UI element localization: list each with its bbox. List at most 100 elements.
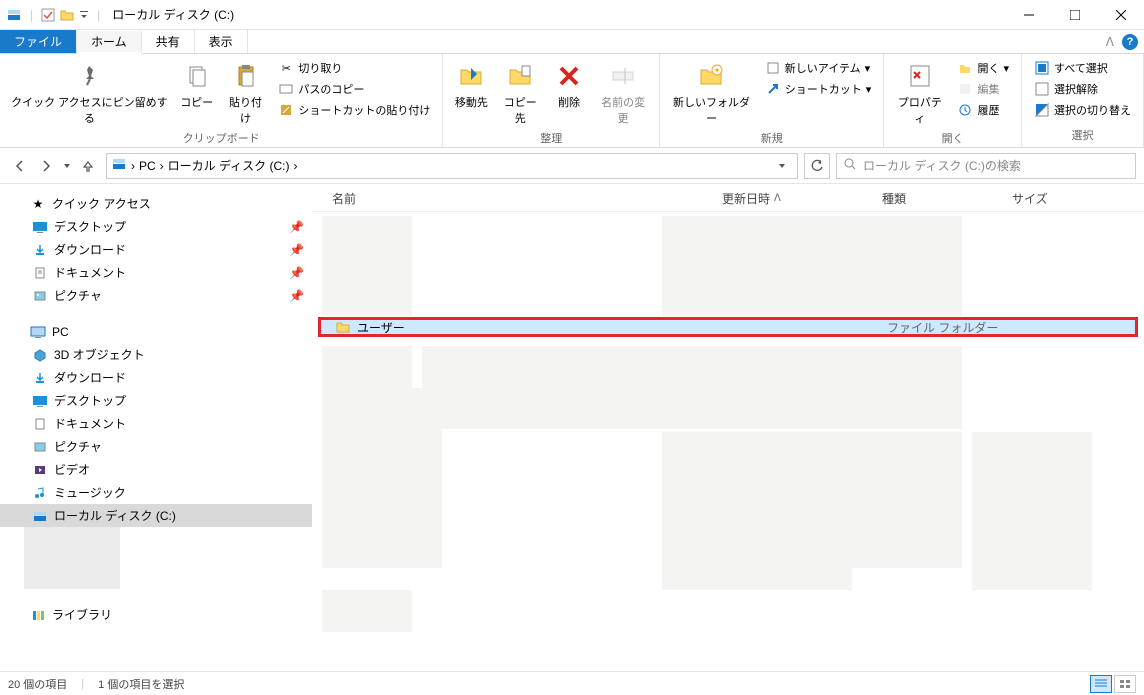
tree-downloads-pc[interactable]: ダウンロード bbox=[0, 366, 312, 389]
tree-desktop[interactable]: デスクトップ📌 bbox=[0, 215, 312, 238]
tree-c-drive[interactable]: ローカル ディスク (C:) bbox=[0, 504, 312, 527]
address-box[interactable]: › PC › ローカル ディスク (C:) › bbox=[106, 153, 798, 179]
crumb-c[interactable]: ローカル ディスク (C:) › bbox=[168, 157, 298, 174]
help-icon[interactable]: ? bbox=[1122, 34, 1138, 50]
select-none-icon bbox=[1034, 81, 1050, 97]
paste-shortcut-button[interactable]: ショートカットの貼り付け bbox=[274, 100, 434, 120]
search-box[interactable]: ローカル ディスク (C:)の検索 bbox=[836, 153, 1136, 179]
tree-pictures-pc[interactable]: ピクチャ bbox=[0, 435, 312, 458]
window-title: ローカル ディスク (C:) bbox=[112, 6, 234, 23]
paste-button[interactable]: 貼り付け bbox=[223, 58, 269, 128]
invert-icon bbox=[1034, 102, 1050, 118]
tree-documents[interactable]: ドキュメント📌 bbox=[0, 261, 312, 284]
cube-icon bbox=[32, 347, 48, 363]
moveto-button[interactable]: 移動先 bbox=[451, 58, 491, 112]
new-shortcut-button[interactable]: ショートカット ▾ bbox=[761, 79, 876, 99]
qat-dropdown-icon[interactable] bbox=[79, 10, 89, 20]
file-list: 名前 更新日時ᐱ 種類 サイズ ユーザー ファイル フォルダー bbox=[312, 184, 1144, 671]
select-all-icon bbox=[1034, 60, 1050, 76]
tree-desktop-pc[interactable]: デスクトップ bbox=[0, 389, 312, 412]
status-bar: 20 個の項目 | 1 個の項目を選択 bbox=[0, 671, 1144, 695]
placeholder bbox=[972, 568, 1092, 590]
properties-button[interactable]: プロパティ bbox=[892, 58, 947, 128]
folder-icon bbox=[335, 319, 351, 335]
collapse-ribbon-icon[interactable]: ᐱ bbox=[1106, 35, 1114, 49]
edit-icon bbox=[957, 81, 973, 97]
select-invert-button[interactable]: 選択の切り替え bbox=[1030, 100, 1135, 120]
copy-path-button[interactable]: パスのコピー bbox=[274, 79, 434, 99]
rename-icon bbox=[607, 60, 639, 92]
address-dropdown-icon[interactable] bbox=[771, 155, 793, 177]
history-icon bbox=[957, 102, 973, 118]
tree-pictures[interactable]: ピクチャ📌 bbox=[0, 284, 312, 307]
placeholder bbox=[662, 216, 962, 316]
ribbon-group-new: ✦ 新しいフォルダー 新しいアイテム ▾ ショートカット ▾ 新規 bbox=[660, 54, 884, 147]
close-button[interactable] bbox=[1098, 0, 1144, 30]
tab-view[interactable]: 表示 bbox=[195, 30, 248, 53]
document-icon bbox=[32, 416, 48, 432]
pin-icon: 📌 bbox=[289, 289, 304, 303]
paste-icon bbox=[230, 60, 262, 92]
crumb-root[interactable]: › bbox=[131, 159, 135, 173]
placeholder bbox=[972, 432, 1092, 568]
rename-button[interactable]: 名前の変更 bbox=[595, 58, 651, 128]
tab-home[interactable]: ホーム bbox=[77, 31, 142, 54]
placeholder bbox=[422, 346, 962, 429]
ribbon-tabs: ファイル ホーム 共有 表示 ᐱ ? bbox=[0, 30, 1144, 54]
new-folder-icon: ✦ bbox=[695, 60, 727, 92]
view-details-button[interactable] bbox=[1090, 675, 1112, 693]
tree-3d-objects[interactable]: 3D オブジェクト bbox=[0, 343, 312, 366]
col-type[interactable]: 種類 bbox=[882, 190, 1012, 207]
back-button[interactable] bbox=[8, 154, 32, 178]
tab-file[interactable]: ファイル bbox=[0, 30, 77, 53]
edit-button[interactable]: 編集 bbox=[953, 79, 1013, 99]
placeholder bbox=[662, 432, 962, 568]
placeholder bbox=[322, 388, 442, 568]
col-name[interactable]: 名前 bbox=[332, 190, 722, 207]
copy-button[interactable]: コピー bbox=[177, 58, 217, 112]
navigation-tree[interactable]: ★クイック アクセス デスクトップ📌 ダウンロード📌 ドキュメント📌 ピクチャ📌… bbox=[0, 184, 312, 671]
new-folder-button[interactable]: ✦ 新しいフォルダー bbox=[668, 58, 755, 128]
picture-icon bbox=[32, 439, 48, 455]
select-none-button[interactable]: 選択解除 bbox=[1030, 79, 1135, 99]
file-row-users[interactable]: ユーザー ファイル フォルダー bbox=[318, 317, 1138, 337]
video-icon bbox=[32, 462, 48, 478]
search-icon bbox=[843, 157, 857, 174]
delete-button[interactable]: 削除 bbox=[549, 58, 589, 112]
cut-button[interactable]: ✂切り取り bbox=[274, 58, 434, 78]
placeholder bbox=[322, 346, 412, 388]
pin-button[interactable]: クイック アクセスにピン留めする bbox=[8, 58, 171, 128]
navigation-bar: › PC › ローカル ディスク (C:) › ローカル ディスク (C:)の検… bbox=[0, 148, 1144, 184]
column-header: 名前 更新日時ᐱ 種類 サイズ bbox=[312, 184, 1144, 212]
crumb-pc[interactable]: PC › bbox=[139, 159, 164, 173]
moveto-icon bbox=[455, 60, 487, 92]
checkbox-icon[interactable] bbox=[41, 8, 55, 22]
copyto-button[interactable]: コピー先 bbox=[497, 58, 543, 128]
drive-icon bbox=[32, 508, 48, 524]
minimize-button[interactable] bbox=[1006, 0, 1052, 30]
new-item-button[interactable]: 新しいアイテム ▾ bbox=[761, 58, 876, 78]
refresh-button[interactable] bbox=[804, 153, 830, 179]
tree-library[interactable]: ライブラリ bbox=[0, 603, 312, 626]
view-large-icons-button[interactable] bbox=[1114, 675, 1136, 693]
open-button[interactable]: 開く ▾ bbox=[953, 58, 1013, 78]
pin-icon bbox=[73, 60, 105, 92]
col-size[interactable]: サイズ bbox=[1012, 190, 1092, 207]
tree-documents-pc[interactable]: ドキュメント bbox=[0, 412, 312, 435]
col-date[interactable]: 更新日時ᐱ bbox=[722, 190, 882, 207]
folder-small-icon[interactable] bbox=[59, 7, 75, 23]
drive-icon bbox=[6, 7, 22, 23]
recent-button[interactable] bbox=[60, 154, 74, 178]
download-icon bbox=[32, 370, 48, 386]
up-button[interactable] bbox=[76, 154, 100, 178]
maximize-button[interactable] bbox=[1052, 0, 1098, 30]
tree-quick-access[interactable]: ★クイック アクセス bbox=[0, 192, 312, 215]
select-all-button[interactable]: すべて選択 bbox=[1030, 58, 1135, 78]
tree-videos[interactable]: ビデオ bbox=[0, 458, 312, 481]
tree-downloads[interactable]: ダウンロード📌 bbox=[0, 238, 312, 261]
forward-button[interactable] bbox=[34, 154, 58, 178]
tree-music[interactable]: ミュージック bbox=[0, 481, 312, 504]
tab-share[interactable]: 共有 bbox=[142, 30, 195, 53]
tree-pc[interactable]: PC bbox=[0, 321, 312, 343]
history-button[interactable]: 履歴 bbox=[953, 100, 1013, 120]
